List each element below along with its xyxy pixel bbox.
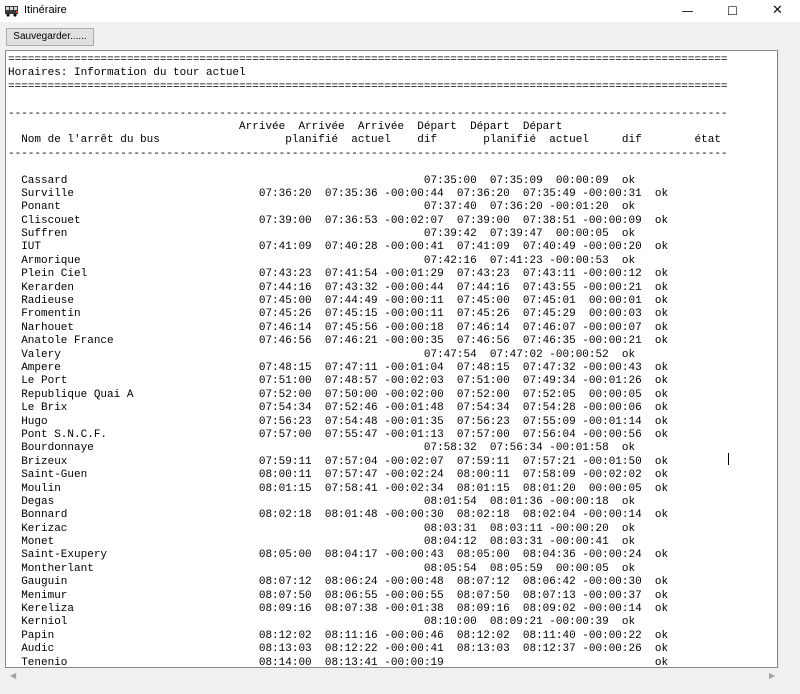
maximize-button[interactable]: ☐ <box>710 0 755 22</box>
report-line: Kerniol 08:10:00 08:09:21 -00:00:39 ok <box>8 616 636 629</box>
report-line: Cliscouet 07:39:00 07:36:53 -00:02:07 07… <box>8 214 669 227</box>
bus-icon <box>5 6 18 17</box>
scroll-right-icon[interactable]: ▶ <box>769 671 775 680</box>
report-line: Hugo 07:56:23 07:54:48 -00:01:35 07:56:2… <box>8 415 669 428</box>
report-line: Horaires: Information du tour actuel <box>8 67 246 80</box>
report-line: Gauguin 08:07:12 08:06:24 -00:00:48 08:0… <box>8 576 669 589</box>
report-line: Kereliza 08:09:16 08:07:38 -00:01:38 08:… <box>8 603 669 616</box>
report-line: Brizeux 07:59:11 07:57:04 -00:02:07 07:5… <box>8 455 669 468</box>
report-line: Arrivée Arrivée Arrivée Départ Départ Dé… <box>8 120 563 133</box>
report-line: Nom de l'arrêt du bus planifié actuel di… <box>8 134 721 147</box>
scroll-left-icon[interactable]: ◀ <box>10 671 16 680</box>
report-text-area[interactable]: ========================================… <box>5 50 778 668</box>
report-line: Monet 08:04:12 08:03:31 -00:00:41 ok <box>8 536 636 549</box>
report-line: Menimur 08:07:50 08:06:55 -00:00:55 08:0… <box>8 589 669 602</box>
report-line <box>8 94 728 107</box>
report-line: Le Port 07:51:00 07:48:57 -00:02:03 07:5… <box>8 375 669 388</box>
report-line: Bourdonnaye 07:58:32 07:56:34 -00:01:58 … <box>8 442 636 455</box>
report-line: Valery 07:47:54 07:47:02 -00:00:52 ok <box>8 348 636 361</box>
report-line: Ampere 07:48:15 07:47:11 -00:01:04 07:48… <box>8 361 669 374</box>
report-line: Papin 08:12:02 08:11:16 -00:00:46 08:12:… <box>8 629 669 642</box>
report-line: Plein Ciel 07:43:23 07:41:54 -00:01:29 0… <box>8 268 669 281</box>
report-line: ----------------------------------------… <box>8 147 728 160</box>
window-title: Itinéraire <box>24 4 67 16</box>
report-line: ========================================… <box>8 54 728 66</box>
report-line: ========================================… <box>8 80 728 93</box>
report-content: ========================================… <box>8 54 728 668</box>
report-line: Anatole France 07:46:56 07:46:21 -00:00:… <box>8 335 669 348</box>
report-line: Radieuse 07:45:00 07:44:49 -00:00:11 07:… <box>8 295 669 308</box>
window-bottom-edge <box>0 685 800 694</box>
report-line: Armorique 07:42:16 07:41:23 -00:00:53 ok <box>8 254 636 267</box>
report-line: Saint-Guen 08:00:11 07:57:47 -00:02:24 0… <box>8 469 669 482</box>
report-line: Cassard 07:35:00 07:35:09 00:00:09 ok <box>8 174 636 187</box>
report-line: Fromentin 07:45:26 07:45:15 -00:00:11 07… <box>8 308 669 321</box>
report-line: Degas 08:01:54 08:01:36 -00:00:18 ok <box>8 495 636 508</box>
report-line: Kerizac 08:03:31 08:03:11 -00:00:20 ok <box>8 522 636 535</box>
report-line: Pont S.N.C.F. 07:57:00 07:55:47 -00:01:1… <box>8 428 669 441</box>
close-button[interactable]: ✕ <box>755 0 800 22</box>
report-line: Montherlant 08:05:54 08:05:59 00:00:05 o… <box>8 562 636 575</box>
vertical-scrollbar[interactable] <box>778 50 795 668</box>
report-line <box>8 161 728 174</box>
report-line: Saint-Exupery 08:05:00 08:04:17 -00:00:4… <box>8 549 669 562</box>
report-line: Suffren 07:39:42 07:39:47 00:00:05 ok <box>8 228 636 241</box>
report-line: Ponant 07:37:40 07:36:20 -00:01:20 ok <box>8 201 636 214</box>
report-line: Tenenio 08:14:00 08:13:41 -00:00:19 ok <box>8 656 669 668</box>
report-line: Moulin 08:01:15 07:58:41 -00:02:34 08:01… <box>8 482 669 495</box>
horizontal-scrollbar[interactable]: ◀ ▶ <box>5 668 795 685</box>
minimize-button[interactable]: — <box>665 0 710 22</box>
report-line: Audic 08:13:03 08:12:22 -00:00:41 08:13:… <box>8 643 669 656</box>
report-line: IUT 07:41:09 07:40:28 -00:00:41 07:41:09… <box>8 241 669 254</box>
save-button[interactable]: Sauvegarder...... <box>6 28 94 46</box>
title-bar: Itinéraire — ☐ ✕ <box>0 0 800 22</box>
report-line: Bonnard 08:02:18 08:01:48 -00:00:30 08:0… <box>8 509 669 522</box>
report-line: Le Brix 07:54:34 07:52:46 -00:01:48 07:5… <box>8 402 669 415</box>
text-caret <box>728 453 729 465</box>
report-line: Narhouet 07:46:14 07:45:56 -00:00:18 07:… <box>8 321 669 334</box>
report-line: ----------------------------------------… <box>8 107 728 120</box>
report-line: Kerarden 07:44:16 07:43:32 -00:00:44 07:… <box>8 281 669 294</box>
report-line: Surville 07:36:20 07:35:36 -00:00:44 07:… <box>8 187 669 200</box>
report-line: Republique Quai A 07:52:00 07:50:00 -00:… <box>8 388 669 401</box>
